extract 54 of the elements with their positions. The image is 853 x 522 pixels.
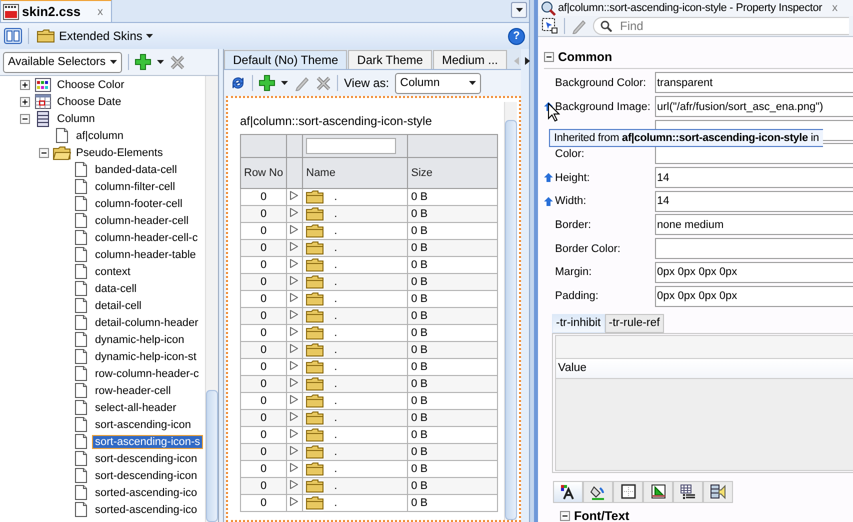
section-header: Font/Text bbox=[574, 508, 630, 522]
table-cell: 0 bbox=[240, 240, 287, 256]
property-label: Width: bbox=[555, 195, 586, 208]
table-cell: 0 B bbox=[408, 240, 498, 256]
property-label: Margin: bbox=[555, 266, 592, 278]
inspector-title: af|column::sort-ascending-icon-style - Property Inspector bbox=[558, 2, 822, 14]
table-cell: 0 B bbox=[408, 308, 498, 324]
table-cell: . bbox=[334, 429, 338, 441]
table-cell: 0 B bbox=[408, 478, 498, 494]
table-cell: . bbox=[334, 310, 338, 322]
table-cell: . bbox=[334, 225, 338, 237]
table-cell: 0 bbox=[240, 376, 287, 392]
table-cell: 0 bbox=[240, 206, 287, 222]
table-cell: 0 B bbox=[408, 206, 498, 222]
property-label: Height: bbox=[555, 172, 590, 184]
table-cell: 0 bbox=[240, 478, 287, 494]
table-cell: . bbox=[334, 395, 338, 407]
property-label: Border Color: bbox=[555, 242, 620, 255]
table-cell: . bbox=[334, 242, 338, 254]
table-cell: 0 bbox=[240, 494, 287, 512]
table-cell: 0 B bbox=[408, 444, 498, 460]
table-cell: 0 bbox=[240, 308, 287, 324]
table-cell: . bbox=[334, 191, 338, 203]
table-cell: . bbox=[334, 412, 338, 424]
preview-title: af|column::sort-ascending-icon-style bbox=[240, 114, 433, 130]
tooltip: Inherited from af|column::sort-ascending-icon-style in bbox=[549, 129, 823, 147]
property-label: Background Image: bbox=[555, 100, 650, 113]
table-cell: 0 bbox=[240, 342, 287, 358]
table-cell: 0 B bbox=[408, 274, 498, 290]
table-cell: . bbox=[334, 259, 338, 271]
table-cell: . bbox=[334, 497, 338, 509]
table-cell: 0 bbox=[240, 274, 287, 290]
table-cell: 0 bbox=[240, 410, 287, 426]
table-cell: . bbox=[334, 446, 338, 458]
table-cell: 0 bbox=[240, 444, 287, 460]
table-cell: 0 B bbox=[408, 410, 498, 426]
property-label: Color: bbox=[555, 148, 584, 160]
table-cell: . bbox=[334, 344, 338, 356]
table-cell: . bbox=[334, 293, 338, 305]
property-label: Background Color: bbox=[555, 76, 646, 89]
property-label: Border: bbox=[555, 218, 592, 231]
table-cell: . bbox=[334, 327, 338, 339]
view-as-label: View as: bbox=[344, 76, 390, 90]
table-cell: . bbox=[334, 208, 338, 220]
table-cell: 0 B bbox=[408, 342, 498, 358]
table-cell: 0 B bbox=[408, 376, 498, 392]
table-cell: . bbox=[334, 463, 338, 475]
table-cell: . bbox=[334, 361, 338, 373]
section-header: Common bbox=[558, 50, 612, 64]
property-label: Padding: bbox=[555, 290, 598, 302]
table-cell: 0 B bbox=[408, 494, 498, 512]
table-cell: . bbox=[334, 276, 338, 288]
table-cell: . bbox=[334, 480, 338, 492]
table-cell: . bbox=[334, 378, 338, 390]
